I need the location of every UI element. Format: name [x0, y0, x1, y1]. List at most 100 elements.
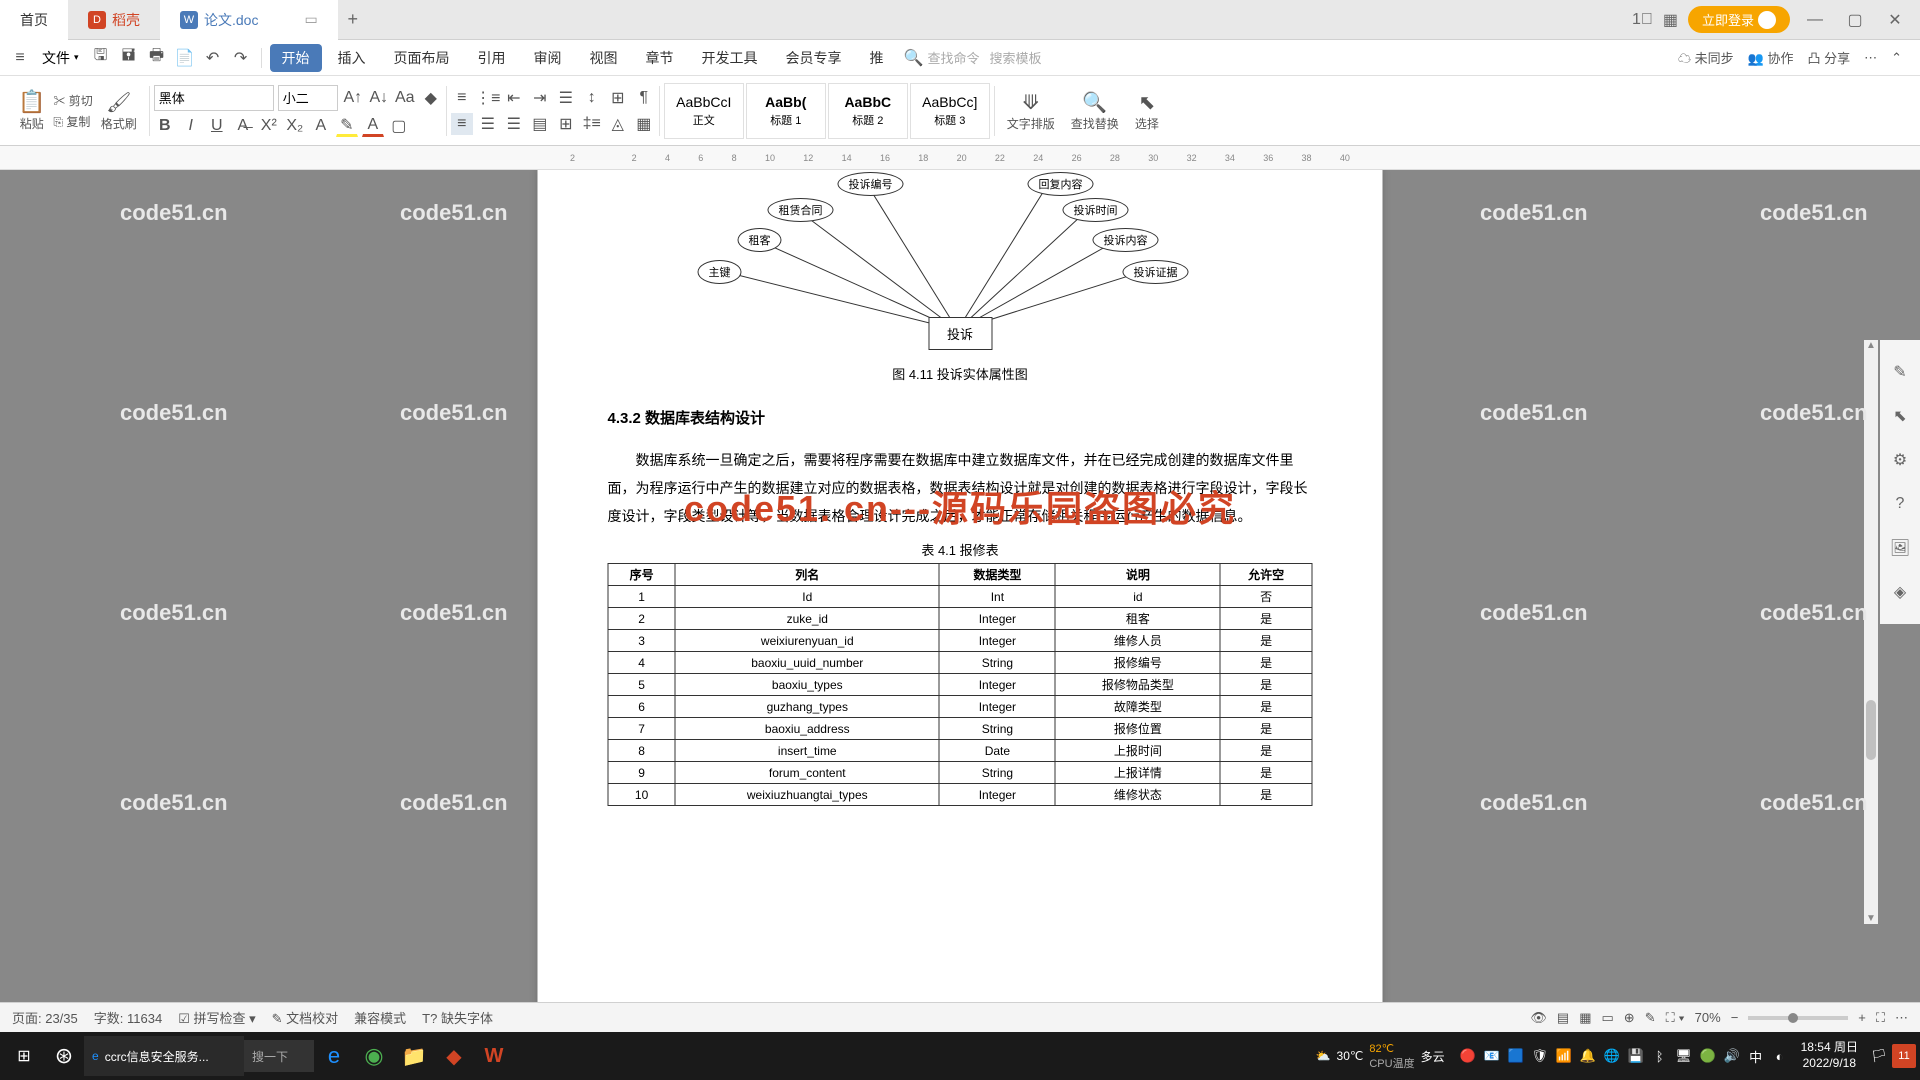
word-count[interactable]: 字数: 11634 [94, 1008, 162, 1027]
fullscreen-icon[interactable]: ⛶ [1876, 1010, 1885, 1026]
style-normal[interactable]: AaBbCcI正文 [664, 83, 744, 139]
change-case-icon[interactable]: Aa [394, 87, 416, 109]
tray-wifi-icon[interactable]: 📶 [1553, 1036, 1575, 1076]
coop-button[interactable]: 👥 协作 [1748, 48, 1794, 67]
show-marks-icon[interactable]: ¶ [633, 87, 655, 109]
start-button[interactable]: ⊞ [4, 1036, 44, 1076]
text-effect-icon[interactable]: A [310, 115, 332, 137]
redo-icon[interactable]: ↷ [229, 46, 253, 70]
font-color-icon[interactable]: A [362, 115, 384, 137]
zoom-slider[interactable] [1748, 1016, 1848, 1020]
search-cmd[interactable]: 查找命令 [927, 48, 979, 67]
view-web-icon[interactable]: ▭ [1602, 1010, 1614, 1026]
style-h1[interactable]: AaBb(标题 1 [746, 83, 826, 139]
grid-icon[interactable]: ▦ [1663, 10, 1678, 30]
maximize-button[interactable]: ▢ [1840, 5, 1870, 35]
increase-font-icon[interactable]: A↑ [342, 87, 364, 109]
format-painter-group[interactable]: 🖌 格式刷 [93, 81, 145, 141]
select-group[interactable]: ⬉选择 [1127, 81, 1167, 141]
search-tpl[interactable]: 搜索模板 [989, 48, 1041, 67]
task-app1[interactable]: ◆ [434, 1036, 474, 1076]
line-spacing-icon[interactable]: ↕ [581, 87, 603, 109]
zoom-handle[interactable] [1788, 1013, 1798, 1023]
cut-button[interactable]: ✂ 剪切 [53, 92, 92, 109]
size-select[interactable] [278, 85, 338, 111]
sort-icon[interactable]: ☰ [555, 87, 577, 109]
hamburger-icon[interactable]: ≡ [8, 46, 32, 70]
pen-tool-icon[interactable]: ✎ [1888, 360, 1912, 384]
share-button[interactable]: 凸 分享 [1807, 48, 1850, 67]
view-outline-icon[interactable]: ▦ [1579, 1010, 1591, 1026]
scroll-thumb[interactable] [1866, 700, 1876, 760]
task-edge[interactable]: e [314, 1036, 354, 1076]
tray-icon[interactable]: 📧 [1481, 1036, 1503, 1076]
collapse-ribbon-icon[interactable]: ⌃ [1891, 50, 1902, 66]
styles-gallery[interactable]: AaBbCcI正文 AaBb(标题 1 AaBbC标题 2 AaBbCc]标题 … [664, 83, 990, 139]
subscript-icon[interactable]: X₂ [284, 115, 306, 137]
menu-reference[interactable]: 引用 [466, 44, 518, 72]
login-button[interactable]: 立即登录 [1688, 6, 1790, 33]
menu-view[interactable]: 视图 [578, 44, 630, 72]
tray-volume-icon[interactable]: 🔊 [1721, 1036, 1743, 1076]
tray-icon[interactable]: 🟢 [1697, 1036, 1719, 1076]
tray-flag-icon[interactable]: 🏳 [1868, 1036, 1890, 1076]
spell-check[interactable]: ☑ 拼写检查 ▾ [178, 1008, 255, 1027]
menu-section[interactable]: 章节 [634, 44, 686, 72]
strike-icon[interactable]: A̶ [232, 115, 254, 137]
distribute-icon[interactable]: ⊞ [555, 113, 577, 135]
style-h2[interactable]: AaBbC标题 2 [828, 83, 908, 139]
print-icon[interactable]: 🖶 [145, 46, 169, 70]
highlight-icon[interactable]: ✎ [336, 115, 358, 137]
proofread[interactable]: ✎ 文档校对 [272, 1008, 339, 1027]
more-status-icon[interactable]: ⋯ [1895, 1010, 1908, 1026]
menu-dropdown-icon[interactable]: ⋯ [1864, 50, 1877, 66]
menu-devtools[interactable]: 开发工具 [690, 44, 770, 72]
number-list-icon[interactable]: ⋮≡ [477, 87, 499, 109]
page-indicator[interactable]: 页面: 23/35 [12, 1008, 78, 1027]
font-select[interactable] [154, 85, 274, 111]
align-left-icon[interactable]: ≡ [451, 113, 473, 135]
mode-icon[interactable]: 1⃞ [1632, 11, 1653, 29]
scrollbar-vertical[interactable]: ▲ ▼ [1864, 340, 1878, 924]
bullet-list-icon[interactable]: ≡ [451, 87, 473, 109]
task-search[interactable]: 搜一下 [244, 1040, 314, 1072]
eye-icon[interactable]: 👁 [1530, 1010, 1547, 1026]
ai-icon[interactable]: ◈ [1888, 580, 1912, 604]
view-read-icon[interactable]: ⊕ [1624, 1010, 1635, 1026]
task-explorer[interactable]: 📁 [394, 1036, 434, 1076]
ruler[interactable]: 2246810121416182022242628303234363840 [0, 146, 1920, 170]
sync-status[interactable]: ☁ 未同步 [1678, 48, 1734, 67]
document-page[interactable]: 主键 租客 租赁合同 投诉编号 回复内容 投诉时间 投诉内容 投诉证据 投诉 图… [538, 170, 1383, 1002]
borders-icon[interactable]: ▦ [633, 113, 655, 135]
line-height-icon[interactable]: ‡≡ [581, 113, 603, 135]
align-justify-icon[interactable]: ▤ [529, 113, 551, 135]
zoom-in-icon[interactable]: + [1858, 1010, 1866, 1025]
weather-widget[interactable]: ⛅ 30℃ 82℃CPU温度 多云 [1316, 1042, 1445, 1071]
task-browser[interactable]: ◉ [354, 1036, 394, 1076]
notification-badge[interactable]: 11 [1892, 1044, 1916, 1068]
missing-font[interactable]: T? 缺失字体 [422, 1008, 493, 1027]
char-border-icon[interactable]: ▢ [388, 115, 410, 137]
help-icon[interactable]: ? [1888, 492, 1912, 516]
cursor-tool-icon[interactable]: ⬉ [1888, 404, 1912, 428]
tray-icon[interactable]: 🔴 [1457, 1036, 1479, 1076]
task-ie[interactable]: e ccrc信息安全服务... [84, 1036, 244, 1076]
task-copilot[interactable]: ⊛ [44, 1036, 84, 1076]
tray-icon[interactable]: 🖥 [1673, 1036, 1695, 1076]
zoom-out-icon[interactable]: − [1731, 1010, 1739, 1025]
tab-add[interactable]: + [338, 9, 368, 30]
tab-menu-icon[interactable]: ▭ [304, 11, 317, 28]
menu-layout[interactable]: 页面布局 [382, 44, 462, 72]
menu-more[interactable]: 推 [858, 44, 896, 72]
copy-button[interactable]: ⎘ 复制 [53, 113, 92, 130]
tray-icon[interactable]: ◐ [1769, 1036, 1791, 1076]
tab-icon[interactable]: ⊞ [607, 87, 629, 109]
tray-bluetooth-icon[interactable]: ᛒ [1649, 1036, 1671, 1076]
menu-member[interactable]: 会员专享 [774, 44, 854, 72]
view-page-icon[interactable]: ▤ [1557, 1010, 1569, 1026]
align-right-icon[interactable]: ☰ [503, 113, 525, 135]
print-preview-icon[interactable]: 📄 [173, 46, 197, 70]
minimize-button[interactable]: — [1800, 5, 1830, 35]
decrease-font-icon[interactable]: A↓ [368, 87, 390, 109]
shading-icon[interactable]: ◬ [607, 113, 629, 135]
